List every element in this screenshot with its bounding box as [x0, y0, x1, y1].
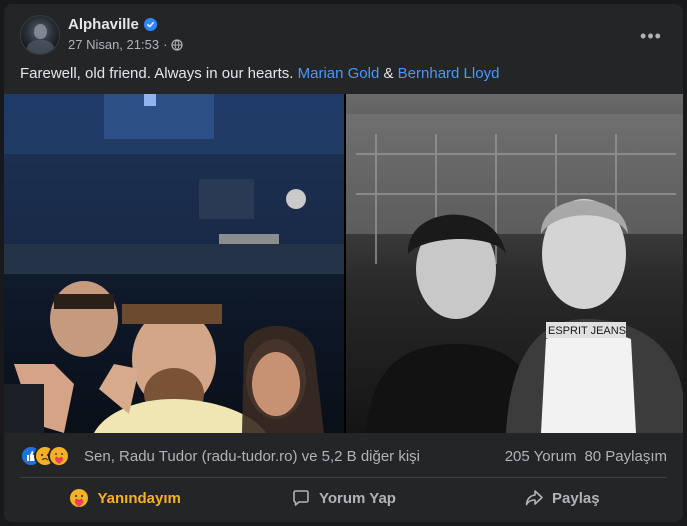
verified-badge-icon: [143, 18, 157, 31]
post-timestamp-link[interactable]: 27 Nisan, 21:53: [68, 37, 159, 52]
reactions-summary[interactable]: [20, 445, 78, 467]
care-reaction-icon: [48, 445, 70, 467]
comment-icon: [293, 490, 309, 506]
more-icon: •••: [640, 25, 662, 46]
caption-joiner: &: [379, 65, 398, 82]
studio-photo-illustration: [4, 94, 344, 433]
share-label: Paylaş: [552, 489, 600, 507]
care-icon: [70, 489, 89, 507]
reactors-text[interactable]: Sen, Radu Tudor (radu-tudor.ro) ve 5,2 B…: [84, 448, 420, 465]
post-meta: 27 Nisan, 21:53 ·: [68, 37, 184, 52]
post-caption: Farewell, old friend. Always in our hear…: [20, 65, 499, 82]
post-card: Alphaville 27 Nisan, 21:53 · ••• Farewel…: [4, 4, 683, 522]
react-label: Yanındayım: [97, 489, 181, 507]
react-button[interactable]: Yanındayım: [16, 480, 234, 516]
photo-grid: ESPRIT JEANS: [4, 94, 683, 433]
more-options-button[interactable]: •••: [633, 18, 669, 54]
mention-marian-gold[interactable]: Marian Gold: [298, 65, 380, 82]
comment-button[interactable]: Yorum Yap: [234, 480, 452, 516]
bw-portrait-illustration: ESPRIT JEANS: [346, 114, 683, 433]
comment-label: Yorum Yap: [319, 489, 396, 507]
svg-text:ESPRIT JEANS: ESPRIT JEANS: [548, 325, 626, 337]
mention-bernhard-lloyd[interactable]: Bernhard Lloyd: [398, 65, 500, 82]
share-count-link[interactable]: 80 Paylaşım: [584, 448, 667, 465]
comment-count-link[interactable]: 205 Yorum: [505, 448, 577, 465]
studio-photo[interactable]: [4, 94, 344, 433]
share-button[interactable]: Paylaş: [453, 480, 671, 516]
actions-divider: [20, 477, 667, 478]
share-icon: [525, 490, 543, 506]
page-name-row: Alphaville: [68, 16, 157, 33]
page-avatar[interactable]: [20, 15, 60, 55]
avatar-shoulders-shape: [27, 40, 54, 54]
globe-icon[interactable]: [171, 38, 184, 51]
engagement-counts: 205 Yorum 80 Paylaşım: [505, 448, 667, 465]
post-actions: Yanındayım Yorum Yap Paylaş: [16, 480, 671, 516]
avatar-head-shape: [34, 24, 47, 39]
bw-portrait-photo[interactable]: ESPRIT JEANS: [346, 94, 683, 433]
page-name-link[interactable]: Alphaville: [68, 16, 139, 33]
post-header: Alphaville 27 Nisan, 21:53 · •••: [4, 4, 683, 62]
meta-separator: ·: [163, 37, 168, 52]
caption-text: Farewell, old friend. Always in our hear…: [20, 65, 298, 82]
engagement-bar: Sen, Radu Tudor (radu-tudor.ro) ve 5,2 B…: [4, 433, 683, 477]
